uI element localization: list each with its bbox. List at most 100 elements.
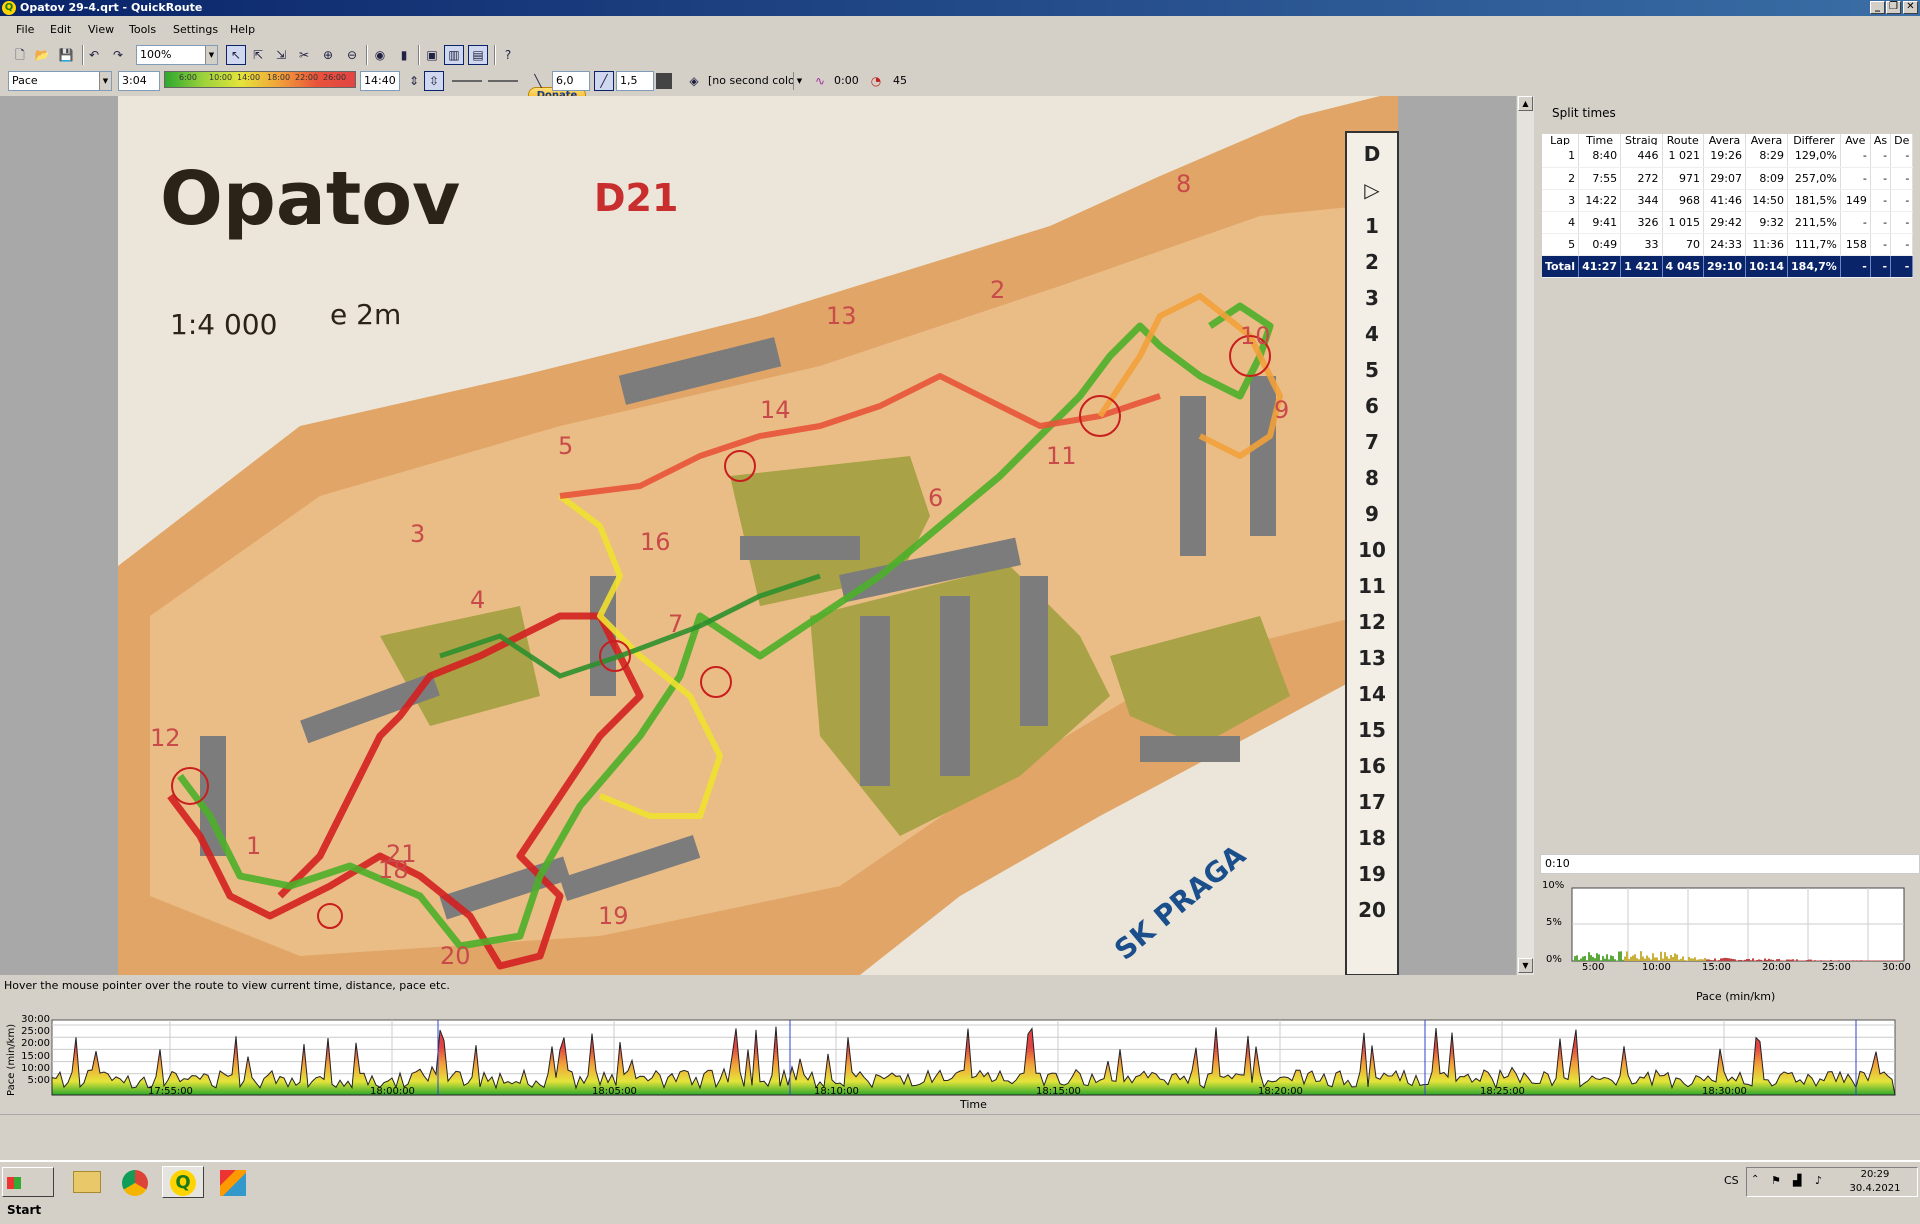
split-cell: 181,5% xyxy=(1787,189,1841,212)
taskbar-chrome[interactable] xyxy=(114,1166,156,1198)
map-canvas[interactable]: Opatov D21 1:4 000 e 2m SK PRAGA 8 2 13 … xyxy=(0,96,1516,975)
split-view-icon[interactable]: ▥ xyxy=(444,45,464,65)
redo-icon[interactable]: ↷ xyxy=(108,45,128,65)
col-time[interactable]: Time xyxy=(1578,134,1622,145)
scroll-up-icon[interactable]: ▲ xyxy=(1518,96,1533,111)
map-view-icon[interactable]: ▣ xyxy=(422,45,442,65)
close-button[interactable]: ✕ xyxy=(1903,1,1918,14)
col-ave[interactable]: Ave xyxy=(1840,134,1871,145)
taskbar-app[interactable] xyxy=(212,1166,254,1198)
histogram-y-tick: 10% xyxy=(1542,880,1565,891)
map-control-number: 2 xyxy=(990,276,1006,304)
globe-icon[interactable]: ◉ xyxy=(370,45,390,65)
map-control-number: 10 xyxy=(1240,322,1271,350)
route-line-icon[interactable]: ╲ xyxy=(528,71,548,91)
map-vertical-scrollbar[interactable]: ▲ ▼ xyxy=(1516,96,1534,975)
zoom-select[interactable]: 100% ▼ xyxy=(136,45,218,65)
split-total-row[interactable]: Total 41:27 1 421 4 045 29:10 10:14 184,7% - - - xyxy=(1542,255,1914,278)
minimize-button[interactable]: _ xyxy=(1870,1,1885,14)
menu-view[interactable]: View xyxy=(88,23,114,36)
clock-time[interactable]: 20:29 xyxy=(1847,1169,1903,1180)
color-mode-select[interactable]: Pace ▼ xyxy=(8,71,112,91)
color-scale-bar[interactable]: 6:00 10:00 14:00 18:00 22:00 26:00 xyxy=(164,71,356,88)
scale-end-value: 14:40 xyxy=(364,74,396,87)
histogram-bar xyxy=(1746,959,1748,961)
folder-icon xyxy=(73,1171,101,1193)
split-row[interactable]: 2 7:55 272 971 29:07 8:09 257,0% - - - xyxy=(1542,167,1914,190)
mask-line-icon[interactable]: ╱ xyxy=(594,71,614,91)
flag-icon[interactable]: ⚑ xyxy=(1771,1174,1781,1187)
split-row[interactable]: 4 9:41 326 1 015 29:42 9:32 211,5% - - - xyxy=(1542,211,1914,234)
histogram-bar xyxy=(1674,953,1676,961)
pace-line-graph[interactable]: Pace (min/km) 30:00 25:00 20:00 15:00 10… xyxy=(0,1010,1920,1122)
slider-track[interactable] xyxy=(452,80,482,82)
histogram-bar xyxy=(1700,959,1702,961)
second-color-select[interactable]: [no second color ▼ xyxy=(704,71,806,91)
col-descent[interactable]: De xyxy=(1890,134,1914,145)
col-average-pace[interactable]: Avera xyxy=(1703,134,1747,145)
col-lap[interactable]: Lap xyxy=(1542,134,1580,145)
save-icon[interactable]: 💾 xyxy=(56,45,76,65)
taskbar-quickroute[interactable]: Q xyxy=(162,1166,204,1198)
histogram-bar xyxy=(1668,958,1670,961)
taskbar-explorer[interactable] xyxy=(66,1166,108,1198)
col-difference[interactable]: Differer xyxy=(1787,134,1841,145)
system-tray: ⌃ ⚑ ▟ ♪ 20:29 30.4.2021 xyxy=(1746,1167,1918,1197)
col-average-speed[interactable]: Avera xyxy=(1745,134,1789,145)
line-graph-x-tick: 18:30:00 xyxy=(1702,1086,1747,1097)
map-control-number: 5 xyxy=(558,432,574,460)
network-icon[interactable]: ▟ xyxy=(1793,1174,1801,1187)
language-indicator[interactable]: CS xyxy=(1724,1174,1739,1187)
histogram-bar xyxy=(1778,958,1780,961)
scale-start-field[interactable]: 3:04 xyxy=(118,71,160,91)
new-file-icon[interactable]: 🗋 xyxy=(10,45,30,65)
volume-icon[interactable]: ♪ xyxy=(1815,1174,1822,1187)
start-button[interactable]: Start xyxy=(2,1167,54,1217)
color-range-icon[interactable]: ⇕ xyxy=(404,71,424,91)
histogram-bar xyxy=(1888,960,1890,961)
help-icon[interactable]: ? xyxy=(498,45,518,65)
lap-icon[interactable]: ▮ xyxy=(394,45,414,65)
menu-file[interactable]: File xyxy=(16,23,34,36)
undo-icon[interactable]: ↶ xyxy=(84,45,104,65)
open-folder-icon[interactable]: 📂 xyxy=(32,45,52,65)
split-row[interactable]: 3 14:22 344 968 41:46 14:50 181,5% 149- - xyxy=(1542,189,1914,212)
maximize-button[interactable]: ❐ xyxy=(1886,1,1901,14)
split-row[interactable]: 5 0:49 33 70 24:33 11:36 111,7% 158- - xyxy=(1542,233,1914,256)
line-width-field[interactable]: 6,0 xyxy=(552,71,590,91)
gauge-icon[interactable]: ◔ xyxy=(866,71,886,91)
alpha-width-field[interactable]: 1,5 xyxy=(616,71,654,91)
cut-tool-icon[interactable]: ✂ xyxy=(294,45,314,65)
pointer-tool-icon[interactable]: ↖ xyxy=(226,45,246,65)
histogram-bar xyxy=(1666,956,1668,961)
second-color-icon[interactable]: ◈ xyxy=(684,71,704,91)
histogram-bar xyxy=(1576,955,1578,961)
show-hidden-icons-icon[interactable]: ⌃ xyxy=(1751,1174,1759,1185)
zoom-tool-icon[interactable]: ⇲ xyxy=(271,45,291,65)
col-ascent[interactable]: As xyxy=(1870,134,1892,145)
menu-help[interactable]: Help xyxy=(230,23,255,36)
zoom-out-icon[interactable]: ⊖ xyxy=(342,45,362,65)
histogram-bar xyxy=(1598,954,1600,961)
clock-date[interactable]: 30.4.2021 xyxy=(1847,1183,1903,1194)
split-cell: - xyxy=(1870,145,1892,168)
menu-edit[interactable]: Edit xyxy=(50,23,71,36)
graph-view-icon[interactable]: ▤ xyxy=(468,45,488,65)
col-straight[interactable]: Straig xyxy=(1620,134,1663,145)
col-route[interactable]: Route xyxy=(1662,134,1704,145)
menu-tools[interactable]: Tools xyxy=(129,23,156,36)
histogram-bar xyxy=(1878,960,1880,961)
split-cell: 24:33 xyxy=(1703,233,1747,256)
adjust-route-tool-icon[interactable]: ⇱ xyxy=(248,45,268,65)
zoom-in-icon[interactable]: ⊕ xyxy=(318,45,338,65)
histogram-bar xyxy=(1706,959,1708,961)
scroll-down-icon[interactable]: ▼ xyxy=(1518,958,1533,973)
split-row[interactable]: 1 8:40 446 1 021 19:26 8:29 129,0% - - - xyxy=(1542,145,1914,168)
color-swatch-icon[interactable] xyxy=(656,73,672,89)
menu-settings[interactable]: Settings xyxy=(173,23,218,36)
auto-adjust-icon[interactable]: ⇳ xyxy=(424,71,444,91)
split-times-table[interactable]: Lap Time Straig Route Avera Avera Differ… xyxy=(1542,134,1914,278)
scale-end-field[interactable]: 14:40 xyxy=(360,71,400,91)
slider-track-2[interactable] xyxy=(488,80,518,82)
smoothing-icon[interactable]: ∿ xyxy=(810,71,830,91)
